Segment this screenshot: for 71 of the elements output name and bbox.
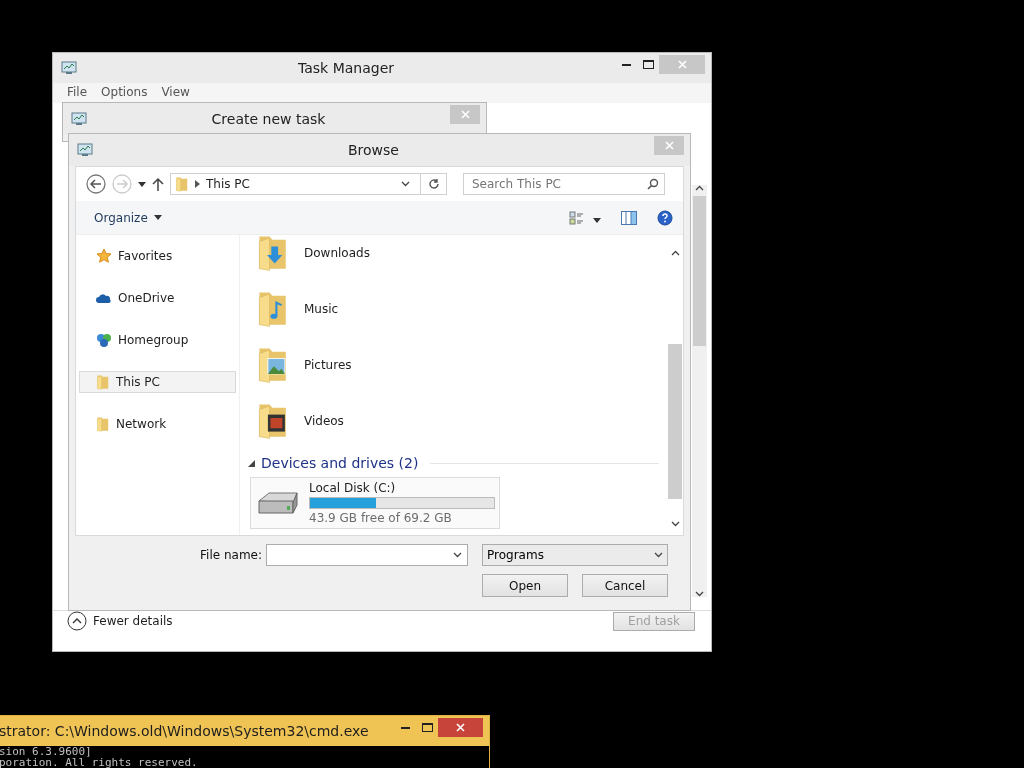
nav-item[interactable]: Homegroup <box>79 329 236 351</box>
file-name-field[interactable] <box>266 544 468 566</box>
refresh-icon[interactable] <box>427 178 440 190</box>
nav-item[interactable]: This PC <box>79 371 236 393</box>
minimize-icon <box>621 63 631 66</box>
chevron-down-icon <box>654 552 663 558</box>
caret-icon <box>153 215 162 220</box>
caret-icon <box>593 218 601 223</box>
back-button[interactable] <box>86 174 106 194</box>
collapse-triangle-icon[interactable] <box>248 459 255 467</box>
monitor-icon <box>61 61 77 75</box>
nav-item[interactable]: Favorites <box>79 245 236 267</box>
window-title: strator: C:\Windows.old\Windows\System32\cmd.exe <box>0 723 370 739</box>
console-line: sion 6.3.9600] <box>0 746 93 757</box>
scroll-up-icon <box>695 185 704 191</box>
maximize-icon <box>642 60 654 69</box>
dialog-title: Browse <box>347 142 400 158</box>
scrollbar[interactable] <box>692 185 707 597</box>
close-icon <box>456 723 465 732</box>
folder-icon <box>175 175 189 193</box>
fewer-details-link[interactable]: Fewer details <box>93 614 173 628</box>
dialog-button[interactable]: Open <box>482 574 568 597</box>
scroll-down-icon <box>670 521 680 527</box>
up-arrow-icon[interactable] <box>152 177 164 191</box>
cloud-icon <box>96 292 112 304</box>
menu-item[interactable]: File <box>67 85 88 101</box>
address-bar[interactable]: This PC <box>170 173 447 195</box>
drive-name: Local Disk (C:) <box>309 481 397 495</box>
view-options-icon[interactable] <box>569 209 585 226</box>
dialog-button[interactable]: Cancel <box>582 574 668 597</box>
address-text: This PC <box>206 177 251 191</box>
search-field[interactable]: Search This PC <box>463 173 665 195</box>
folder-name[interactable]: Music <box>304 302 339 316</box>
organize-button[interactable]: Organize <box>94 210 162 225</box>
preview-pane-icon[interactable] <box>621 210 637 225</box>
close-icon <box>664 141 674 150</box>
nav-item[interactable]: Network <box>79 413 236 435</box>
help-icon[interactable] <box>657 209 673 226</box>
star-icon <box>96 248 112 264</box>
search-icon <box>647 178 659 190</box>
close-icon <box>677 60 687 69</box>
folder-name[interactable]: Pictures <box>304 358 352 372</box>
window-title: Task Manager <box>297 60 395 76</box>
maximize-icon <box>421 723 433 732</box>
folder-name[interactable]: Videos <box>304 414 344 428</box>
homegroup-icon <box>96 332 112 348</box>
caret-icon <box>138 181 146 187</box>
drive-tile[interactable]: Local Disk (C:) 43.9 GB free of 69.2 GB <box>250 477 500 529</box>
group-header: Devices and drives (2) <box>261 455 419 471</box>
monitor-icon <box>71 112 87 126</box>
chevron-down-icon <box>453 552 462 558</box>
collapse-icon[interactable] <box>67 611 87 631</box>
scroll-down-icon <box>695 591 704 597</box>
nav-item[interactable]: OneDrive <box>79 287 236 309</box>
minimize-icon <box>400 726 410 729</box>
console-line: poration. All rights reserved. <box>0 757 199 768</box>
chevron-down-icon <box>401 181 410 187</box>
folder-icon <box>96 373 110 391</box>
menu-item[interactable]: Options <box>101 85 148 101</box>
scroll-up-icon <box>670 250 680 256</box>
free-space-text: 43.9 GB free of 69.2 GB <box>309 511 453 525</box>
hard-drive-icon <box>255 489 301 517</box>
breadcrumb-arrow-icon <box>195 180 200 188</box>
file-name-label: File name: <box>200 548 262 562</box>
monitor-icon <box>77 143 93 157</box>
file-type-dropdown[interactable]: Programs <box>482 544 668 566</box>
menu-item[interactable]: View <box>161 85 190 101</box>
close-icon <box>460 110 470 119</box>
folder-icon <box>96 415 110 433</box>
dialog-title: Create new task <box>210 111 327 127</box>
folder-name[interactable]: Downloads <box>304 246 370 260</box>
